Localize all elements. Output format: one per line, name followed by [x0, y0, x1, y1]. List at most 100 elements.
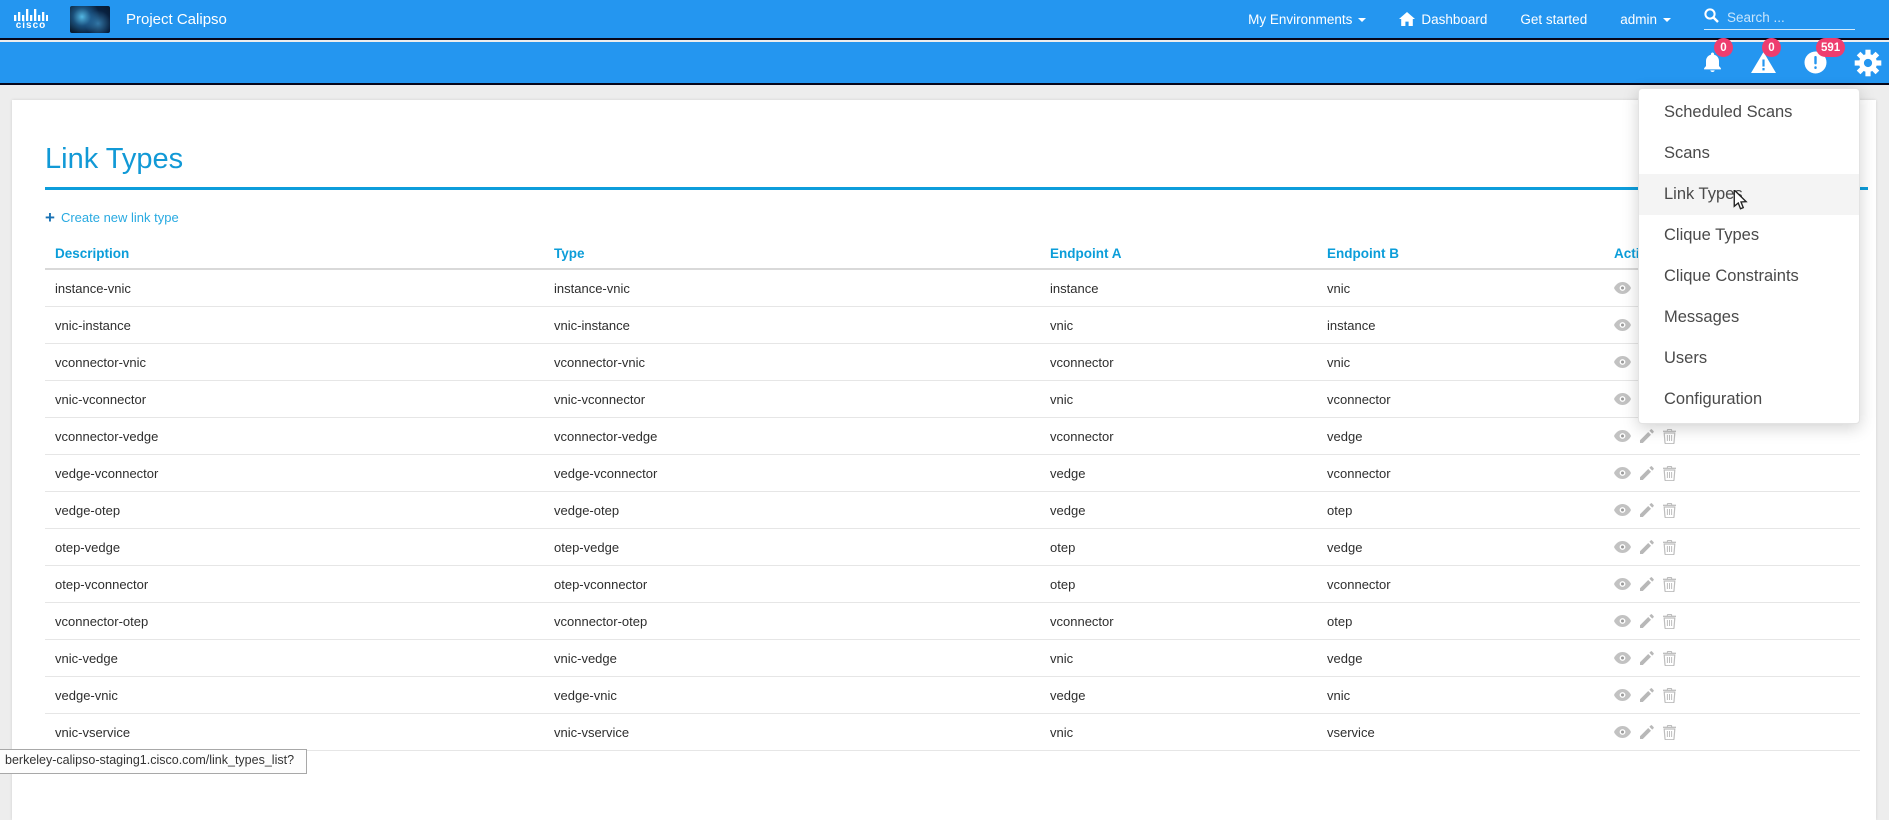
cell-description: vnic-vconnector: [45, 392, 544, 407]
edit-button[interactable]: [1640, 577, 1654, 591]
view-button[interactable]: [1614, 282, 1631, 294]
menu-item-scans[interactable]: Scans: [1639, 133, 1859, 174]
notifications-warnings[interactable]: 0: [1750, 51, 1777, 74]
nav-get-started[interactable]: Get started: [1520, 12, 1587, 27]
search-box[interactable]: [1704, 8, 1855, 30]
eye-icon: [1614, 578, 1631, 590]
pencil-icon: [1640, 503, 1654, 517]
view-button[interactable]: [1614, 356, 1631, 368]
column-header-description[interactable]: Description: [45, 246, 544, 261]
pencil-icon: [1640, 540, 1654, 554]
cell-action: [1604, 614, 1860, 629]
delete-button[interactable]: [1663, 577, 1676, 592]
brand-photo-thumbnail: [70, 6, 110, 33]
edit-button[interactable]: [1640, 614, 1654, 628]
nav-dashboard[interactable]: Dashboard: [1399, 12, 1487, 27]
eye-icon: [1614, 541, 1631, 553]
pencil-icon: [1640, 429, 1654, 443]
menu-item-link-types[interactable]: Link Types: [1639, 174, 1859, 215]
menu-item-scheduled-scans[interactable]: Scheduled Scans: [1639, 92, 1859, 133]
delete-button[interactable]: [1663, 614, 1676, 629]
cell-action: [1604, 725, 1860, 740]
cell-action: [1604, 688, 1860, 703]
view-button[interactable]: [1614, 393, 1631, 405]
trash-icon: [1663, 429, 1676, 444]
view-button[interactable]: [1614, 689, 1631, 701]
cell-description: vnic-vservice: [45, 725, 544, 740]
table-row: vnic-vedge vnic-vedge vnic vedge: [45, 640, 1860, 677]
cell-endpoint-a: vconnector: [1040, 355, 1317, 370]
column-header-endpoint-a[interactable]: Endpoint A: [1040, 246, 1317, 261]
edit-button[interactable]: [1640, 429, 1654, 443]
view-button[interactable]: [1614, 652, 1631, 664]
cell-endpoint-b: vedge: [1317, 540, 1604, 555]
link-types-table-body: instance-vnic instance-vnic instance vni…: [45, 270, 1860, 751]
settings-menu-button[interactable]: [1854, 49, 1882, 77]
notifications-errors[interactable]: 591: [1804, 51, 1827, 74]
cell-endpoint-b: vedge: [1317, 651, 1604, 666]
eye-icon: [1614, 393, 1631, 405]
delete-button[interactable]: [1663, 466, 1676, 481]
edit-button[interactable]: [1640, 688, 1654, 702]
menu-item-configuration[interactable]: Configuration: [1639, 379, 1859, 420]
search-icon: [1704, 8, 1719, 26]
view-button[interactable]: [1614, 541, 1631, 553]
delete-button[interactable]: [1663, 429, 1676, 444]
home-icon: [1399, 12, 1415, 26]
edit-button[interactable]: [1640, 503, 1654, 517]
notifications-bell[interactable]: 0: [1702, 51, 1723, 74]
cell-endpoint-b: otep: [1317, 503, 1604, 518]
delete-button[interactable]: [1663, 651, 1676, 666]
edit-button[interactable]: [1640, 466, 1654, 480]
app-title: Project Calipso: [126, 11, 227, 28]
cell-endpoint-b: vnic: [1317, 688, 1604, 703]
view-button[interactable]: [1614, 467, 1631, 479]
view-button[interactable]: [1614, 615, 1631, 627]
cell-endpoint-b: vnic: [1317, 355, 1604, 370]
cell-endpoint-a: vconnector: [1040, 429, 1317, 444]
nav-my-environments[interactable]: My Environments: [1248, 12, 1366, 27]
eye-icon: [1614, 282, 1631, 294]
column-header-type[interactable]: Type: [544, 246, 1040, 261]
table-row: vconnector-vedge vconnector-vedge vconne…: [45, 418, 1860, 455]
delete-button[interactable]: [1663, 688, 1676, 703]
cell-description: vconnector-vedge: [45, 429, 544, 444]
edit-button[interactable]: [1640, 651, 1654, 665]
search-input[interactable]: [1725, 9, 1855, 26]
link-types-card: Link Types + Create new link type Descri…: [12, 100, 1876, 820]
edit-button[interactable]: [1640, 725, 1654, 739]
view-button[interactable]: [1614, 578, 1631, 590]
menu-item-clique-types[interactable]: Clique Types: [1639, 215, 1859, 256]
nav-user-admin[interactable]: admin: [1620, 12, 1671, 27]
pencil-icon: [1640, 577, 1654, 591]
delete-button[interactable]: [1663, 503, 1676, 518]
view-button[interactable]: [1614, 726, 1631, 738]
column-header-endpoint-b[interactable]: Endpoint B: [1317, 246, 1604, 261]
menu-item-users[interactable]: Users: [1639, 338, 1859, 379]
cell-action: [1604, 503, 1860, 518]
create-new-link-type-button[interactable]: + Create new link type: [45, 210, 225, 225]
cell-endpoint-b: otep: [1317, 614, 1604, 629]
cell-description: instance-vnic: [45, 281, 544, 296]
delete-button[interactable]: [1663, 725, 1676, 740]
cell-type: vedge-vnic: [544, 688, 1040, 703]
cell-endpoint-b: instance: [1317, 318, 1604, 333]
menu-item-messages[interactable]: Messages: [1639, 297, 1859, 338]
menu-item-clique-constraints[interactable]: Clique Constraints: [1639, 256, 1859, 297]
trash-icon: [1663, 503, 1676, 518]
delete-button[interactable]: [1663, 540, 1676, 555]
cell-endpoint-b: vconnector: [1317, 392, 1604, 407]
trash-icon: [1663, 688, 1676, 703]
cell-endpoint-a: vedge: [1040, 688, 1317, 703]
cell-type: vedge-otep: [544, 503, 1040, 518]
table-row: vconnector-otep vconnector-otep vconnect…: [45, 603, 1860, 640]
view-button[interactable]: [1614, 504, 1631, 516]
cell-description: vnic-instance: [45, 318, 544, 333]
view-button[interactable]: [1614, 319, 1631, 331]
view-button[interactable]: [1614, 430, 1631, 442]
edit-button[interactable]: [1640, 540, 1654, 554]
cell-endpoint-b: vedge: [1317, 429, 1604, 444]
chevron-down-icon: [1358, 18, 1366, 22]
cell-endpoint-a: vnic: [1040, 318, 1317, 333]
cell-description: vconnector-vnic: [45, 355, 544, 370]
